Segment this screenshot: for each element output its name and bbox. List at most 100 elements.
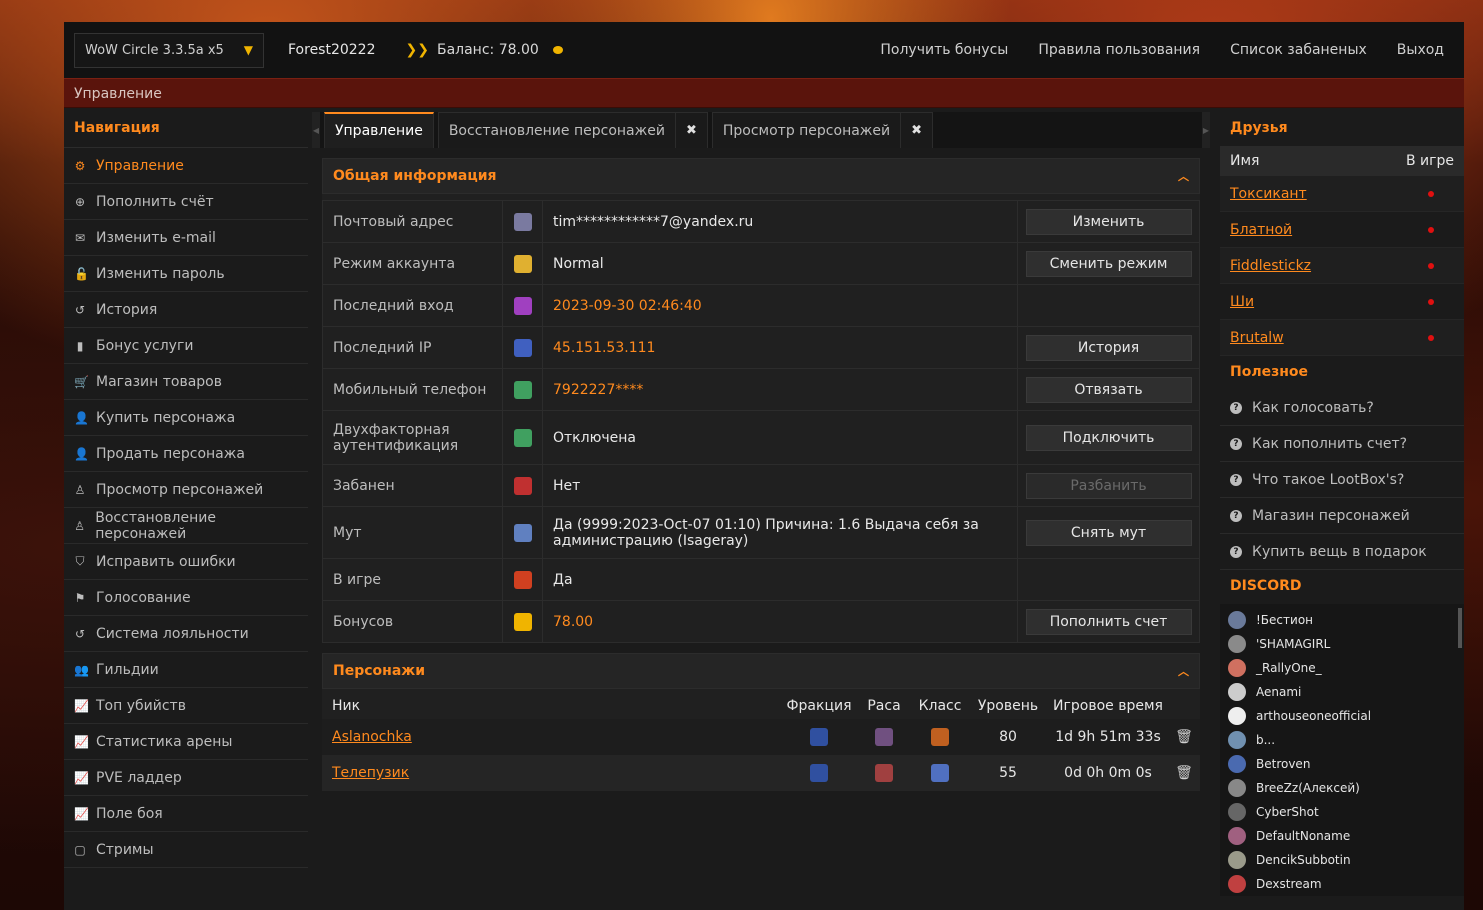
nav-item[interactable]: ↺ Система лояльности (64, 616, 308, 652)
scrollbar[interactable] (1458, 608, 1462, 648)
discord-user[interactable]: _RallyOne_ (1220, 656, 1464, 680)
row-action-button[interactable]: Пополнить счет (1025, 608, 1192, 635)
trash-icon[interactable]: 🗑 (1168, 729, 1200, 745)
close-icon[interactable]: ✖ (901, 112, 934, 148)
info-icon (513, 476, 532, 495)
useful-item[interactable]: ? Купить вещь в подарок (1220, 534, 1464, 570)
row-icon-cell (502, 558, 543, 601)
discord-user[interactable]: BreeZz(Алексей) (1220, 776, 1464, 800)
nav-item[interactable]: ♙ Восстановление персонажей (64, 508, 308, 544)
info-row: Последний IP 45.151.53.111 История (322, 326, 1200, 369)
nav-item[interactable]: ⚑ Голосование (64, 580, 308, 616)
info-value: Отключена (542, 410, 1018, 465)
chart-icon: 📈 (74, 770, 89, 785)
nav-item[interactable]: ⛉ Исправить ошибки (64, 544, 308, 580)
tab-management[interactable]: Управление (324, 112, 434, 148)
link-terms[interactable]: Правила пользования (1038, 42, 1200, 58)
nav-item[interactable]: ▢ Стримы (64, 832, 308, 868)
trash-icon[interactable]: 🗑 (1168, 765, 1200, 781)
useful-heading: Полезное (1230, 364, 1309, 380)
link-ban-list[interactable]: Список забаненых (1230, 42, 1367, 58)
nav-item[interactable]: 📈 Статистика арены (64, 724, 308, 760)
question-icon: ? (1230, 401, 1242, 414)
discord-user[interactable]: DencikSubbotin (1220, 848, 1464, 872)
nav-item-label: Бонус услуги (96, 337, 194, 354)
race-cell (856, 764, 912, 782)
action-cell: Изменить (1017, 200, 1200, 243)
discord-user[interactable]: 'SHAMAGIRL (1220, 632, 1464, 656)
general-info-header[interactable]: Общая информация ︿ (322, 158, 1200, 194)
username[interactable]: Forest20222 (288, 42, 376, 58)
row-action-button[interactable]: Сменить режим (1025, 250, 1192, 277)
nav-item[interactable]: ⊕ Пополнить счёт (64, 184, 308, 220)
friend-link[interactable]: Блатной (1230, 222, 1292, 238)
row-action-button[interactable]: История (1025, 334, 1192, 361)
discord-user[interactable]: arthouseoneofficial (1220, 704, 1464, 728)
discord-user[interactable]: DefaultNoname (1220, 824, 1464, 848)
action-cell: История (1017, 326, 1200, 369)
nav-item[interactable]: ⚙ Управление (64, 148, 308, 184)
flag-icon: ⚑ (74, 590, 86, 605)
nav-item[interactable]: 🔓 Изменить пароль (64, 256, 308, 292)
nav-item[interactable]: ✉ Изменить e-mail (64, 220, 308, 256)
tab-restore-characters[interactable]: Восстановление персонажей (437, 112, 676, 148)
row-action-button[interactable]: Отвязать (1025, 376, 1192, 403)
row-action-button[interactable]: Подключить (1025, 424, 1192, 451)
discord-username: !Бестион (1256, 613, 1313, 627)
nav-item[interactable]: 👥 Гильдии (64, 652, 308, 688)
history-icon: ↺ (74, 302, 86, 317)
nav-item-label: Поле боя (96, 805, 163, 822)
friend-link[interactable]: Ши (1230, 294, 1254, 310)
nav-item[interactable]: 📈 Топ убийств (64, 688, 308, 724)
close-icon[interactable]: ✖ (675, 112, 708, 148)
discord-user[interactable]: !Бестион (1220, 608, 1464, 632)
info-row: Мут Да (9999:2023-Oct-07 01:10) Причина: … (322, 506, 1200, 559)
col-nick: Ник (332, 698, 361, 714)
nav-item[interactable]: 👤 Купить персонажа (64, 400, 308, 436)
link-get-bonuses[interactable]: Получить бонусы (880, 42, 1008, 58)
nav-item[interactable]: 🛒 Магазин товаров (64, 364, 308, 400)
nav-item-label: Топ убийств (96, 697, 186, 714)
discord-user[interactable]: Aenami (1220, 680, 1464, 704)
nav-item[interactable]: ▮ Бонус услуги (64, 328, 308, 364)
discord-username: Dexstream (1256, 877, 1322, 891)
tab-scroll-right-icon[interactable]: ▶ (1202, 112, 1210, 148)
info-icon (513, 570, 532, 589)
playtime-cell: 0d 0h 0m 0s (1064, 765, 1152, 781)
useful-item[interactable]: ? Как пополнить счет? (1220, 426, 1464, 462)
discord-username: DencikSubbotin (1256, 853, 1351, 867)
nav-item[interactable]: 👤 Продать персонажа (64, 436, 308, 472)
info-label: Забанен (322, 464, 503, 507)
chevron-up-icon[interactable]: ︿ (1178, 663, 1189, 679)
realm-selector[interactable]: WoW Circle 3.3.5a x5 ▼ (74, 32, 264, 68)
row-action-button[interactable]: Изменить (1025, 208, 1192, 235)
info-value: 45.151.53.111 (542, 326, 1018, 369)
avatar (1228, 731, 1246, 749)
chevron-up-icon[interactable]: ︿ (1178, 168, 1189, 184)
tab-scroll-left-icon[interactable]: ◀ (312, 112, 320, 148)
nav-item[interactable]: 📈 Поле боя (64, 796, 308, 832)
friend-link[interactable]: Fiddlestickz (1230, 258, 1311, 274)
nav-item[interactable]: 📈 PVE ладдер (64, 760, 308, 796)
useful-item[interactable]: ? Как голосовать? (1220, 390, 1464, 426)
link-logout[interactable]: Выход (1397, 42, 1444, 58)
friend-link[interactable]: Токсикант (1230, 186, 1307, 202)
friend-link[interactable]: Brutalw (1230, 330, 1284, 346)
character-link[interactable]: Aslanochka (332, 729, 412, 745)
nav-item[interactable]: ♙ Просмотр персонажей (64, 472, 308, 508)
info-label: Последний IP (322, 326, 503, 369)
character-link[interactable]: Телепузик (332, 765, 409, 781)
row-action-button[interactable]: Снять мут (1025, 519, 1192, 546)
discord-username: _RallyOne_ (1256, 661, 1322, 675)
discord-user[interactable]: b... (1220, 728, 1464, 752)
tab-view-characters[interactable]: Просмотр персонажей (711, 112, 902, 148)
nav-item[interactable]: ↺ История (64, 292, 308, 328)
discord-user[interactable]: Dexstream (1220, 872, 1464, 896)
friends-heading: Друзья (1230, 120, 1288, 136)
useful-item[interactable]: ? Что такое LootBox's? (1220, 462, 1464, 498)
discord-user[interactable]: CyberShot (1220, 800, 1464, 824)
characters-header[interactable]: Персонажи ︿ (322, 653, 1200, 689)
useful-item[interactable]: ? Магазин персонажей (1220, 498, 1464, 534)
discord-user[interactable]: Betroven (1220, 752, 1464, 776)
cart-icon: 🛒 (74, 374, 89, 389)
